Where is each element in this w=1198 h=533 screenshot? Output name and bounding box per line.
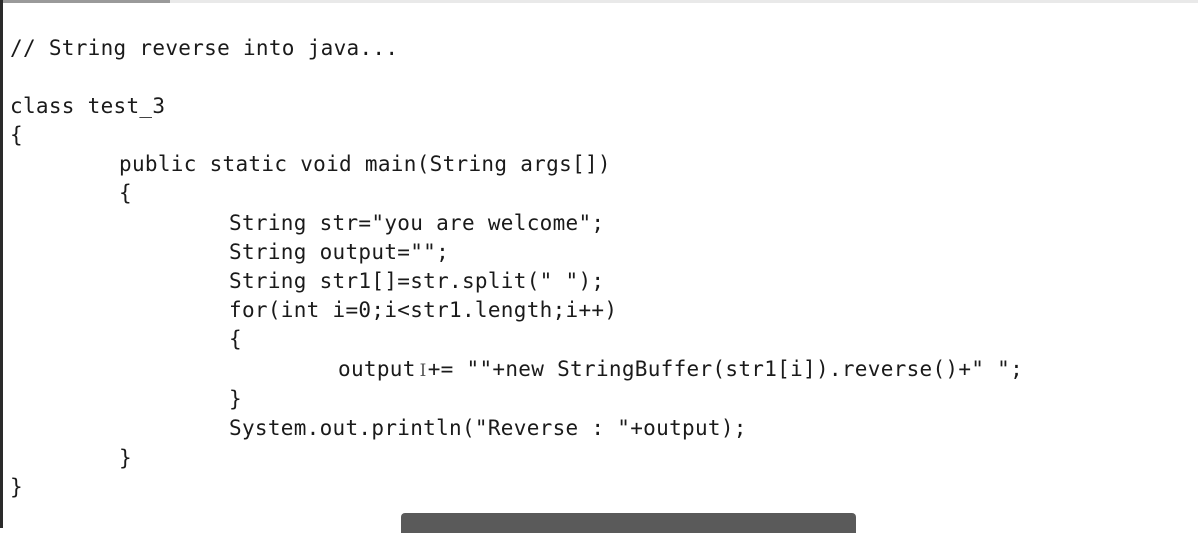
println-line: System.out.println("Reverse : "+output); — [229, 416, 747, 440]
method-signature-line: public static void main(String args[]) — [119, 152, 611, 176]
for-close-brace: } — [229, 387, 242, 411]
string-split-line: String str1[]=str.split(" "); — [229, 269, 605, 293]
assignment-expression: += ""+new StringBuffer(str1[i]).reverse(… — [427, 357, 1024, 381]
string-output-line: String output=""; — [229, 240, 450, 264]
for-open-brace: { — [229, 327, 242, 351]
code-comment-line: // String reverse into java... — [10, 36, 399, 60]
method-open-brace: { — [119, 181, 132, 205]
output-assignment-line: output I+= ""+new StringBuffer(str1[i]).r… — [338, 355, 1023, 385]
bottom-toolbar-bar[interactable] — [401, 513, 856, 533]
method-close-brace: } — [119, 446, 132, 470]
output-variable: output — [338, 357, 416, 381]
code-editor[interactable]: // String reverse into java... class tes… — [0, 0, 1198, 528]
class-close-brace: } — [10, 475, 23, 499]
class-declaration-line: class test_3 — [10, 94, 166, 118]
string-str-line: String str="you are welcome"; — [229, 211, 605, 235]
class-open-brace: { — [10, 123, 23, 147]
for-loop-line: for(int i=0;i<str1.length;i++) — [229, 298, 618, 322]
text-cursor-icon: I — [419, 361, 427, 381]
